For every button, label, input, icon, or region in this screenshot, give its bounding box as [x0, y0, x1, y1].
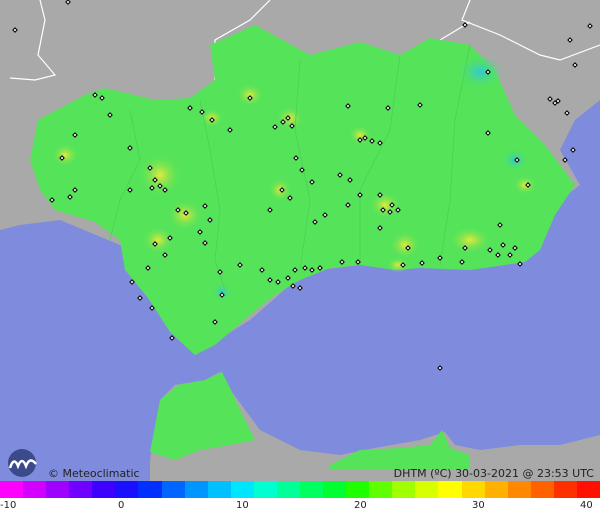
map-title: DHTM (ºC) 30-03-2021 @ 23:53 UTC — [393, 467, 594, 480]
scale-swatch — [276, 481, 301, 498]
scale-swatch — [161, 481, 185, 498]
scale-swatch — [92, 481, 116, 498]
scale-swatch — [46, 481, 70, 498]
scale-swatch — [253, 481, 277, 498]
scale-swatch — [369, 481, 393, 498]
scale-tick-label: 40 — [580, 500, 593, 511]
scale-tick-label: 20 — [354, 500, 367, 511]
scale-swatch — [553, 481, 577, 498]
scale-swatch — [207, 481, 231, 498]
scale-ticks: -10 0 10 20 30 40 — [0, 498, 600, 517]
scale-tick-label: 0 — [118, 500, 125, 511]
scale-swatch — [300, 481, 324, 498]
scale-swatch — [184, 481, 208, 498]
scale-swatch — [484, 481, 508, 498]
scale-tick-label: 30 — [472, 500, 485, 511]
scale-swatch — [230, 481, 254, 498]
scale-swatch — [115, 481, 139, 498]
scale-tick-label: -10 — [0, 500, 17, 511]
color-scale — [0, 481, 600, 498]
scale-swatch — [346, 481, 370, 498]
scale-swatch — [461, 481, 485, 498]
scale-swatch — [138, 481, 162, 498]
credit-label: © Meteoclimatic — [48, 467, 140, 480]
temperature-map — [0, 0, 600, 481]
scale-swatch — [69, 481, 93, 498]
scale-swatch — [576, 481, 600, 498]
scale-swatch — [415, 481, 439, 498]
scale-swatch — [438, 481, 462, 498]
scale-swatch — [0, 481, 24, 498]
scale-swatch — [507, 481, 531, 498]
scale-swatch — [530, 481, 554, 498]
scale-swatch — [392, 481, 416, 498]
meteoclimatic-logo — [8, 449, 37, 477]
scale-tick-label: 10 — [236, 500, 249, 511]
scale-swatch — [323, 481, 347, 498]
scale-swatch — [23, 481, 47, 498]
